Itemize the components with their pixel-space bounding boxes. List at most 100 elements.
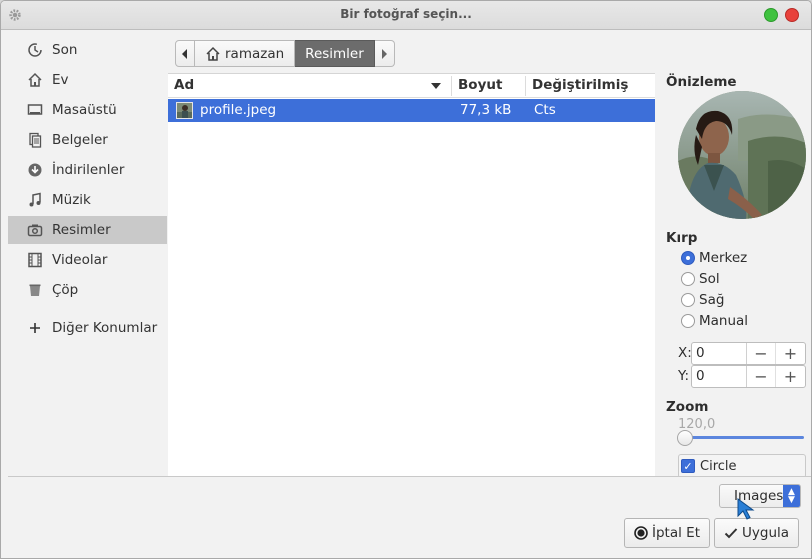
cancel-button[interactable]: İptal Et bbox=[624, 518, 710, 548]
sidebar-item-resimler[interactable]: Resimler bbox=[8, 216, 167, 244]
download-icon bbox=[26, 161, 44, 179]
x-spinbutton[interactable]: 0 − + bbox=[691, 342, 806, 365]
crop-option-manual[interactable]: Manual bbox=[681, 311, 748, 331]
crop-option-label: Merkez bbox=[699, 250, 748, 266]
sidebar-item-ev[interactable]: Ev bbox=[8, 66, 167, 94]
y-spinbutton[interactable]: 0 − + bbox=[691, 365, 806, 388]
column-header-name[interactable]: Ad bbox=[174, 77, 194, 93]
sidebar-item-diger-konumlar[interactable]: Diğer Konumlar bbox=[8, 314, 167, 342]
minus-icon[interactable]: − bbox=[747, 343, 776, 364]
sidebar-item-masaustu[interactable]: Masaüstü bbox=[8, 96, 167, 124]
crop-option-label: Manual bbox=[699, 313, 749, 329]
radio-icon[interactable] bbox=[681, 314, 695, 328]
sidebar-item-son[interactable]: Son bbox=[8, 36, 167, 64]
circle-label: Circle bbox=[700, 458, 737, 474]
file-chooser-dialog: Bir fotoğraf seçin... Son Ev Masaüstü Be… bbox=[0, 0, 812, 559]
path-crumb-label: ramazan bbox=[225, 45, 285, 62]
sidebar-item-label: Müzik bbox=[52, 192, 91, 208]
crop-option-label: Sağ bbox=[699, 292, 725, 308]
close-button[interactable] bbox=[785, 8, 799, 22]
chevron-left-icon bbox=[182, 48, 187, 59]
file-modified: Cts bbox=[534, 102, 556, 118]
sidebar-item-cop[interactable]: Çöp bbox=[8, 276, 167, 304]
maximize-button[interactable] bbox=[764, 8, 778, 22]
plus-icon[interactable]: + bbox=[776, 366, 805, 387]
minus-icon[interactable]: − bbox=[747, 366, 776, 387]
zoom-heading: Zoom bbox=[666, 399, 709, 415]
film-icon bbox=[26, 251, 44, 269]
sidebar-item-label: Belgeler bbox=[52, 132, 108, 148]
sidebar-item-label: Son bbox=[52, 42, 78, 58]
preview-heading: Önizleme bbox=[666, 74, 737, 90]
plus-icon bbox=[26, 319, 44, 337]
crop-option-sol[interactable]: Sol bbox=[681, 269, 720, 289]
avatar-preview-image bbox=[678, 91, 806, 219]
sidebar-item-label: Resimler bbox=[52, 222, 111, 238]
cancel-label: İptal Et bbox=[652, 525, 700, 541]
file-size: 77,3 kB bbox=[460, 102, 512, 118]
radio-selected-icon[interactable] bbox=[681, 251, 695, 265]
dialog-footer: Images ▲ ▼ İptal Et Uygula bbox=[8, 476, 811, 558]
clock-icon bbox=[26, 41, 44, 59]
chevron-updown-icon[interactable]: ▲ ▼ bbox=[783, 485, 800, 507]
places-sidebar: Son Ev Masaüstü Belgeler İndirilenler Mü… bbox=[8, 36, 167, 476]
sort-down-icon[interactable] bbox=[431, 83, 441, 89]
camera-icon bbox=[26, 221, 44, 239]
path-bar: ramazan Resimler bbox=[175, 40, 395, 67]
column-separator bbox=[451, 76, 452, 96]
sidebar-item-label: İndirilenler bbox=[52, 162, 125, 178]
y-value-input[interactable]: 0 bbox=[692, 366, 747, 387]
crop-option-merkez[interactable]: Merkez bbox=[681, 248, 747, 268]
path-back-button[interactable] bbox=[175, 40, 195, 67]
path-crumb-home[interactable]: ramazan bbox=[195, 40, 296, 67]
path-crumb-current[interactable]: Resimler bbox=[295, 40, 375, 67]
window-title: Bir fotoğraf seçin... bbox=[340, 7, 472, 21]
sidebar-item-muzik[interactable]: Müzik bbox=[8, 186, 167, 214]
crop-option-label: Sol bbox=[699, 271, 720, 287]
sidebar-item-label: Ev bbox=[52, 72, 69, 88]
checkmark-icon bbox=[724, 528, 738, 539]
path-forward-button[interactable] bbox=[374, 40, 395, 67]
path-crumb-label: Resimler bbox=[305, 45, 364, 62]
music-icon bbox=[26, 191, 44, 209]
sidebar-item-label: Masaüstü bbox=[52, 102, 117, 118]
checkmark-icon[interactable]: ✓ bbox=[681, 459, 695, 473]
preview-panel: Önizleme Kırp Merkez Sol Sağ Manual X: 0… bbox=[655, 73, 811, 476]
x-label: X: bbox=[678, 345, 692, 361]
radio-icon[interactable] bbox=[681, 293, 695, 307]
sidebar-item-videolar[interactable]: Videolar bbox=[8, 246, 167, 274]
documents-icon bbox=[26, 131, 44, 149]
crop-option-sag[interactable]: Sağ bbox=[681, 290, 724, 310]
titlebar[interactable]: Bir fotoğraf seçin... bbox=[1, 1, 811, 30]
mouse-cursor-icon bbox=[737, 498, 755, 520]
sidebar-item-indirilenler[interactable]: İndirilenler bbox=[8, 156, 167, 184]
sidebar-item-label: Videolar bbox=[52, 252, 108, 268]
plus-icon[interactable]: + bbox=[776, 343, 805, 364]
file-row[interactable]: profile.jpeg 77,3 kB Cts bbox=[168, 99, 655, 122]
trash-icon bbox=[26, 281, 44, 299]
file-name: profile.jpeg bbox=[200, 102, 277, 118]
sidebar-item-label: Diğer Konumlar bbox=[52, 320, 158, 336]
apply-button[interactable]: Uygula bbox=[714, 518, 800, 548]
sidebar-item-label: Çöp bbox=[52, 282, 79, 298]
column-header-modified[interactable]: Değiştirilmiş bbox=[532, 77, 628, 93]
y-label: Y: bbox=[678, 368, 690, 384]
zoom-slider-handle[interactable] bbox=[677, 430, 693, 446]
file-filter-dropdown[interactable]: Images ▲ ▼ bbox=[719, 484, 801, 508]
chevron-right-icon bbox=[382, 48, 388, 59]
crop-heading: Kırp bbox=[666, 230, 698, 246]
cancel-icon bbox=[634, 526, 648, 540]
x-value-input[interactable]: 0 bbox=[692, 343, 747, 364]
apply-label: Uygula bbox=[742, 525, 790, 541]
home-icon bbox=[26, 71, 44, 89]
zoom-slider-track[interactable] bbox=[684, 436, 804, 439]
home-icon bbox=[206, 46, 220, 61]
file-list-header: Ad Boyut Değiştirilmiş bbox=[168, 74, 655, 98]
radio-icon[interactable] bbox=[681, 272, 695, 286]
circle-checkbox[interactable]: ✓ Circle bbox=[678, 454, 806, 476]
file-list[interactable]: Ad Boyut Değiştirilmiş profile.jpeg 77,3… bbox=[168, 73, 655, 476]
column-header-size[interactable]: Boyut bbox=[458, 77, 502, 93]
desktop-icon bbox=[26, 101, 44, 119]
column-separator bbox=[525, 76, 526, 96]
sidebar-item-belgeler[interactable]: Belgeler bbox=[8, 126, 167, 154]
